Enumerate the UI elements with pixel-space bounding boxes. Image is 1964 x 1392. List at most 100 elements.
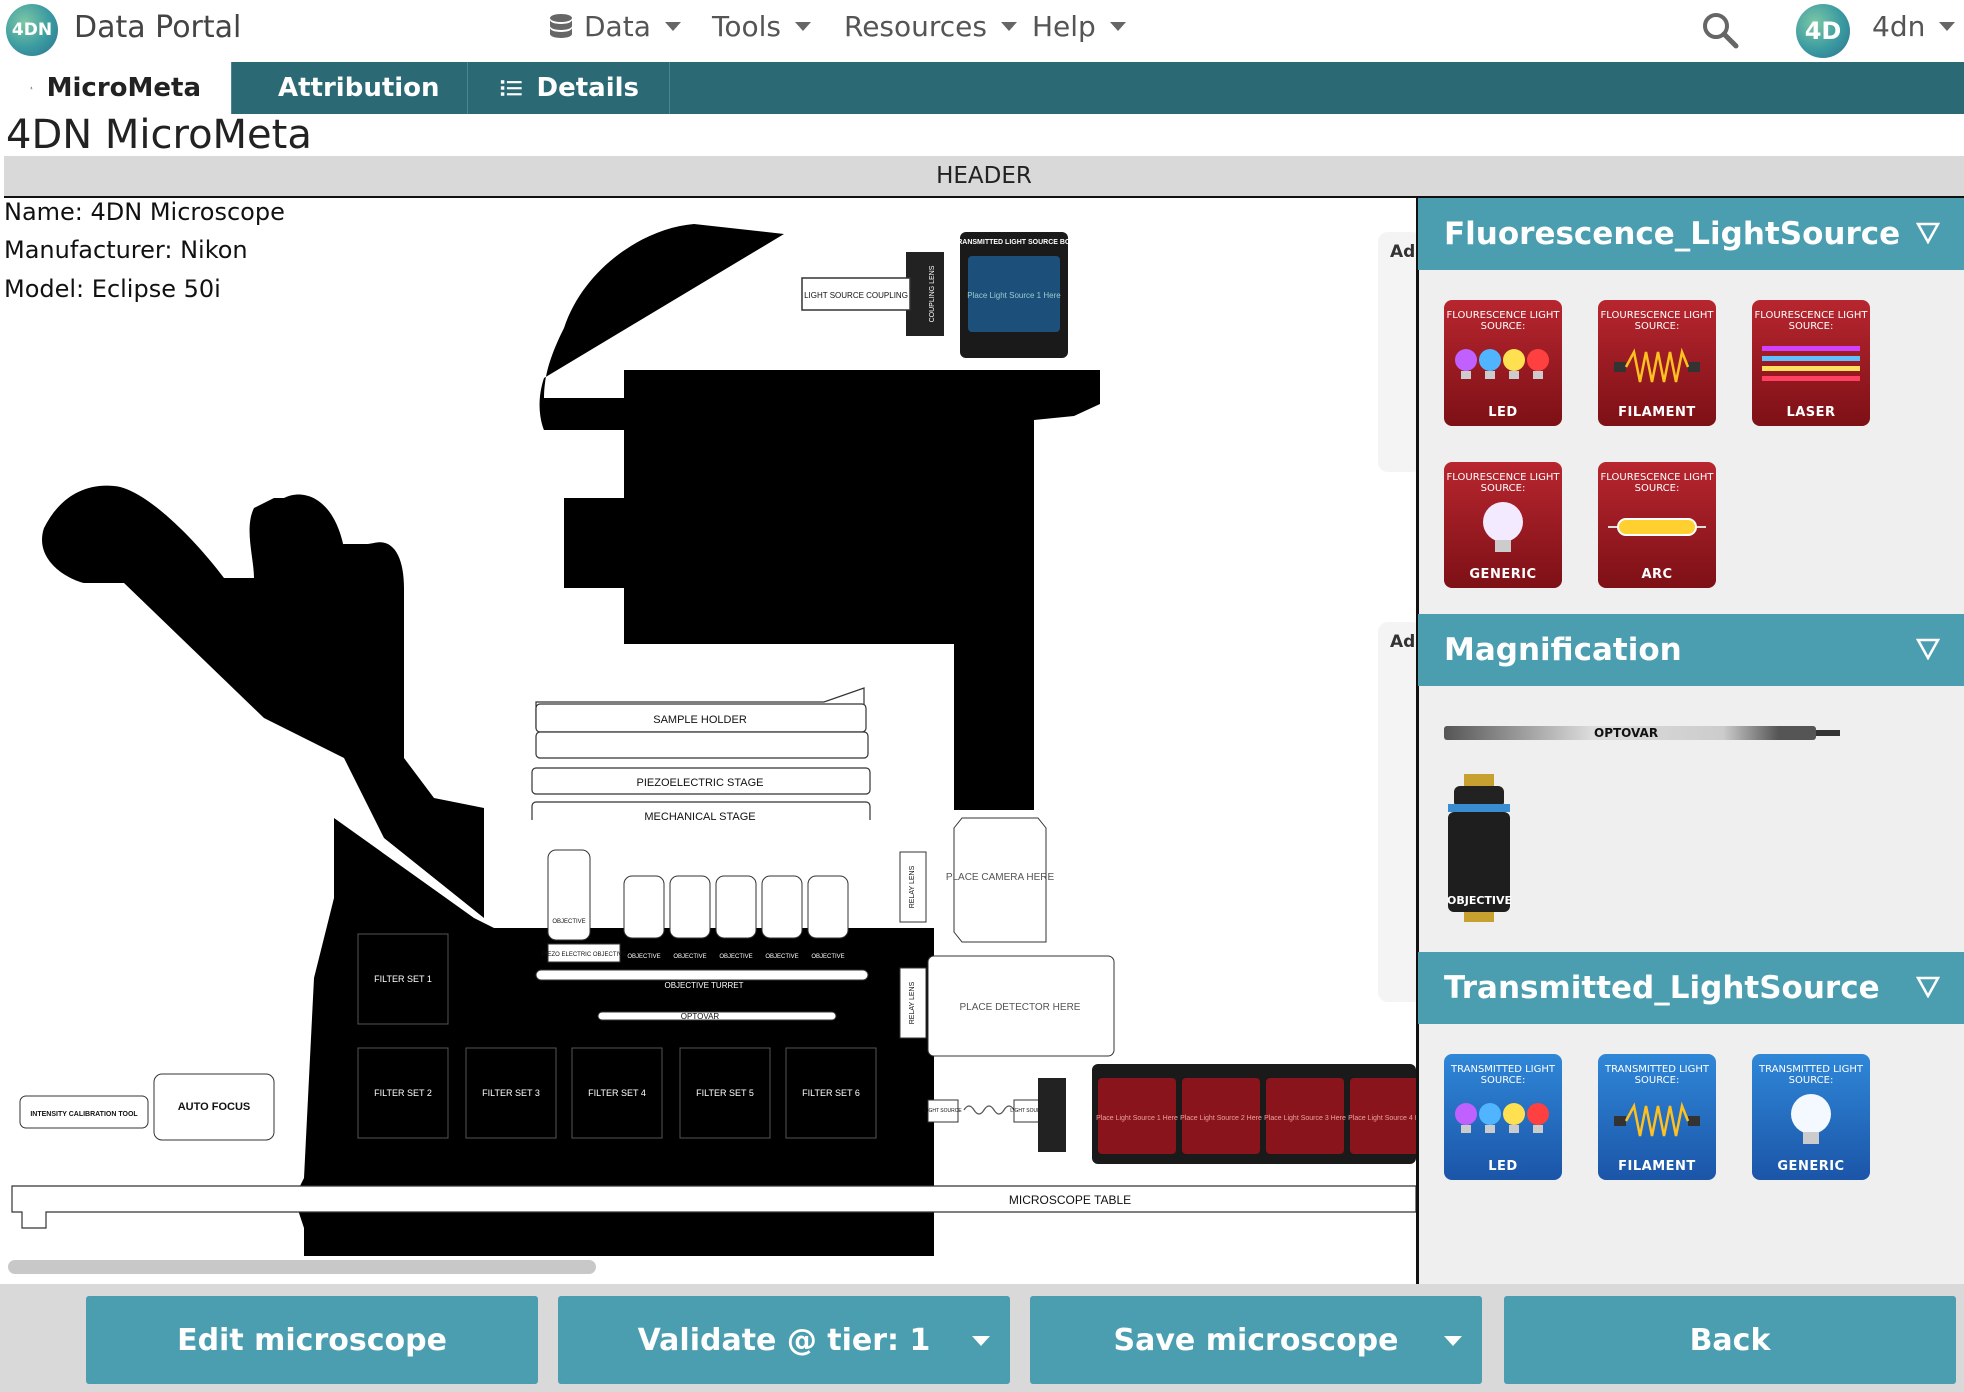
tile-fluorescence-generic[interactable]: FLOURESCENCE LIGHT SOURCE: GENERIC bbox=[1444, 462, 1562, 588]
filter-set-label: FILTER SET 3 bbox=[482, 1088, 540, 1098]
microscope-table-label: MICROSCOPE TABLE bbox=[1009, 1193, 1131, 1207]
chevron-down-icon bbox=[1939, 22, 1956, 31]
filter-set-label: FILTER SET 2 bbox=[374, 1088, 432, 1098]
chevron-down-icon bbox=[1109, 22, 1126, 31]
sample-holder-label: SAMPLE HOLDER bbox=[653, 714, 747, 726]
tile-fluorescence-led[interactable]: FLOURESCENCE LIGHT SOURCE: LED bbox=[1444, 300, 1562, 426]
canvas-scrollbar-thumb[interactable] bbox=[8, 1260, 596, 1274]
tile-transmitted-led[interactable]: TRANSMITTED LIGHT SOURCE: LED bbox=[1444, 1054, 1562, 1180]
save-microscope-label: Save microscope bbox=[1113, 1322, 1399, 1358]
portal-logo[interactable]: 4DN bbox=[6, 4, 58, 56]
relay-lens-detector[interactable]: RELAY LENS bbox=[899, 967, 927, 1039]
save-microscope-button[interactable]: Save microscope bbox=[1030, 1296, 1482, 1384]
fluorescence-light-source-box[interactable]: Place Light Source 1 Here Place Light Sou… bbox=[1092, 1064, 1416, 1164]
relay-lens-label: RELAY LENS bbox=[909, 865, 916, 908]
edit-microscope-label: Edit microscope bbox=[177, 1322, 447, 1358]
edit-microscope-button[interactable]: Edit microscope bbox=[86, 1296, 538, 1384]
nav-tools-menu[interactable]: Tools bbox=[712, 10, 811, 43]
user-menu[interactable]: 4dn bbox=[1872, 10, 1956, 43]
optovar-canvas[interactable]: OPTOVAR bbox=[597, 1011, 837, 1021]
light-source-coupling-bottom[interactable]: LIGHT SOURCE LIGHT SOURCE bbox=[924, 1099, 1048, 1123]
piezoelectric-stage[interactable]: PIEZOELECTRIC STAGE bbox=[531, 767, 871, 795]
bulb-icon bbox=[1483, 502, 1523, 552]
camera-slot[interactable]: PLACE CAMERA HERE bbox=[946, 817, 1055, 943]
canvas-header: HEADER bbox=[4, 156, 1964, 199]
tile-caption: TRANSMITTED LIGHT SOURCE: bbox=[1604, 1064, 1710, 1086]
light-source-coupling-label: LIGHT SOURCE COUPLING bbox=[804, 291, 908, 300]
optovar-item[interactable]: OPTOVAR bbox=[1444, 724, 1844, 742]
tab-details[interactable]: Details bbox=[470, 62, 670, 114]
tile-name: LED bbox=[1488, 405, 1518, 420]
transmitted-light-source-box[interactable]: TRANSMITTED LIGHT SOURCE BOX Place Light… bbox=[953, 232, 1075, 358]
tile-caption: TRANSMITTED LIGHT SOURCE: bbox=[1758, 1064, 1864, 1086]
collapse-triangle-icon[interactable] bbox=[1916, 638, 1940, 660]
objective-slot-main[interactable]: OBJECTIVE bbox=[547, 849, 591, 941]
intensity-calibration-tool[interactable]: INTENSITY CALIBRATION TOOL bbox=[19, 1095, 149, 1129]
collapse-triangle-icon[interactable] bbox=[1916, 222, 1940, 244]
filter-set[interactable]: FILTER SET 5 bbox=[679, 1047, 771, 1139]
nav-tools-label: Tools bbox=[712, 10, 781, 43]
chevron-down-icon[interactable] bbox=[972, 1336, 990, 1346]
tile-name: FILAMENT bbox=[1618, 1159, 1696, 1174]
chevron-down-icon bbox=[664, 22, 681, 31]
tab-attribution[interactable]: Attribution bbox=[234, 62, 468, 114]
coupling-lens-bottom[interactable] bbox=[1038, 1078, 1066, 1152]
chevron-down-icon[interactable] bbox=[1444, 1336, 1462, 1346]
microscope-canvas[interactable]: Name: 4DN Microscope Manufacturer: Nikon… bbox=[4, 198, 1416, 1280]
objective-item[interactable]: OBJECTIVE bbox=[1444, 774, 1514, 926]
light-source-label: LIGHT SOURCE bbox=[924, 1108, 962, 1114]
detector-slot[interactable]: PLACE DETECTOR HERE bbox=[927, 955, 1115, 1057]
light-source-slot[interactable]: Place Light Source 2 Here bbox=[1180, 1078, 1262, 1154]
objective-label: OBJECTIVE bbox=[765, 954, 798, 960]
auto-focus[interactable]: AUTO FOCUS bbox=[153, 1073, 275, 1141]
search-icon[interactable] bbox=[1700, 10, 1740, 50]
tile-fluorescence-arc[interactable]: FLOURESCENCE LIGHT SOURCE: ARC bbox=[1598, 462, 1716, 588]
filter-set-label: FILTER SET 5 bbox=[696, 1088, 754, 1098]
auto-focus-label: AUTO FOCUS bbox=[178, 1101, 251, 1113]
light-source-slot[interactable]: Place Light Source 1 Here bbox=[1096, 1078, 1178, 1154]
piezo-objective[interactable]: PIEZO ELECTRIC OBJECTIVE bbox=[542, 943, 626, 963]
nav-help-menu[interactable]: Help bbox=[1032, 10, 1126, 43]
database-icon bbox=[550, 13, 572, 38]
nav-help-label: Help bbox=[1032, 10, 1096, 43]
filter-set[interactable]: FILTER SET 2 bbox=[357, 1047, 449, 1139]
tile-transmitted-filament[interactable]: TRANSMITTED LIGHT SOURCE: FILAMENT bbox=[1598, 1054, 1716, 1180]
user-avatar[interactable]: 4D bbox=[1796, 4, 1850, 58]
place-ls-label: Place Light Source 1 Here bbox=[1096, 1115, 1178, 1122]
objective-item-label: OBJECTIVE bbox=[1447, 894, 1513, 907]
filter-set-label: FILTER SET 1 bbox=[374, 974, 432, 984]
tab-details-label: Details bbox=[536, 73, 640, 103]
filter-set[interactable]: FILTER SET 6 bbox=[785, 1047, 877, 1139]
led-bulbs-icon bbox=[1455, 349, 1549, 379]
page-title: 4DN MicroMeta bbox=[6, 112, 312, 158]
light-source-slot[interactable]: Place Light Source 3 Here bbox=[1264, 1078, 1346, 1154]
filter-set[interactable]: FILTER SET 3 bbox=[465, 1047, 557, 1139]
light-source-slot[interactable]: Place Light Source 4 Here bbox=[1348, 1078, 1416, 1154]
intensity-tool-label: INTENSITY CALIBRATION TOOL bbox=[30, 1111, 138, 1118]
nav-resources-menu[interactable]: Resources bbox=[844, 10, 1017, 43]
panel-transmitted-header[interactable]: Transmitted_LightSource bbox=[1418, 952, 1964, 1024]
tab-micrometa[interactable]: MicroMeta bbox=[0, 62, 232, 114]
back-button[interactable]: Back bbox=[1504, 1296, 1956, 1384]
tile-name: GENERIC bbox=[1777, 1159, 1845, 1174]
filter-set[interactable]: FILTER SET 4 bbox=[571, 1047, 663, 1139]
tile-fluorescence-laser[interactable]: FLOURESCENCE LIGHT SOURCE: LASER bbox=[1752, 300, 1870, 426]
coupling-lens-top[interactable] bbox=[906, 252, 944, 336]
filter-set-label: FILTER SET 4 bbox=[588, 1088, 646, 1098]
nav-data-menu[interactable]: Data bbox=[548, 10, 681, 43]
tile-caption: FLOURESCENCE LIGHT SOURCE: bbox=[1446, 472, 1560, 494]
panel-fluorescence-header[interactable]: Fluorescence_LightSource bbox=[1418, 198, 1964, 270]
tile-fluorescence-filament[interactable]: FLOURESCENCE LIGHT SOURCE: FILAMENT bbox=[1598, 300, 1716, 426]
sample-holder[interactable]: SAMPLE HOLDER bbox=[535, 687, 869, 759]
panel-magnification-header[interactable]: Magnification bbox=[1418, 614, 1964, 686]
portal-title[interactable]: Data Portal bbox=[74, 10, 241, 45]
tile-caption: FLOURESCENCE LIGHT SOURCE: bbox=[1600, 310, 1714, 332]
tile-transmitted-generic[interactable]: TRANSMITTED LIGHT SOURCE: GENERIC bbox=[1752, 1054, 1870, 1180]
collapse-triangle-icon[interactable] bbox=[1916, 976, 1940, 998]
filter-set[interactable]: FILTER SET 1 bbox=[357, 933, 449, 1025]
filter-set-label: FILTER SET 6 bbox=[802, 1088, 860, 1098]
panel-transmitted-title: Transmitted_LightSource bbox=[1444, 970, 1880, 1006]
relay-lens-camera[interactable]: RELAY LENS bbox=[899, 851, 927, 923]
chevron-down-icon bbox=[1001, 22, 1017, 31]
validate-tier-button[interactable]: Validate @ tier: 1 bbox=[558, 1296, 1010, 1384]
